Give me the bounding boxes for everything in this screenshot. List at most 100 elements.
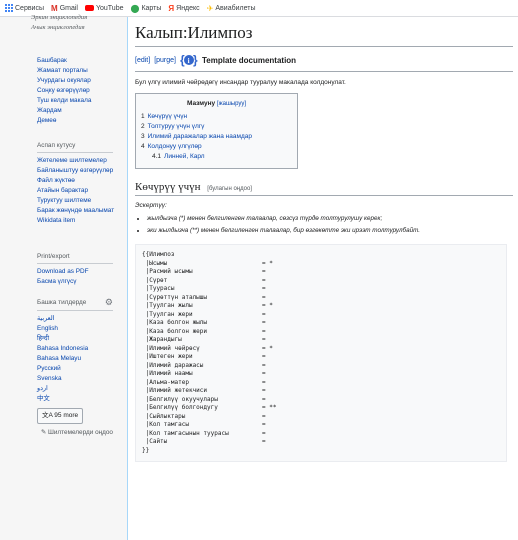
code-param-value: = [262, 285, 266, 292]
list-item: жылдызча (*) менен белгиленген талаалар,… [147, 215, 518, 222]
sidebar-item-donate[interactable]: Демеө [37, 117, 117, 125]
code-param-name: |Сүрөттүн аталышы [142, 293, 208, 301]
sidebar-tools: Аспап кутусу Жетелеме шилтемелер Байланы… [37, 142, 117, 227]
toc-item[interactable]: 4 Колдонуу үлгүлөр [141, 143, 292, 150]
sidebar-item-recent-changes[interactable]: Соңку өзгөрүүлөр [37, 87, 117, 95]
sidebar-item-main-page[interactable]: Башбарак [37, 57, 117, 65]
bookmark-youtube[interactable]: YouTube [84, 4, 124, 12]
toc-link[interactable]: Көчүрүү үчүн [148, 113, 187, 120]
code-param-name: |Сүрөт [142, 276, 168, 284]
bookmark-label: YouTube [95, 4, 124, 12]
lang-link[interactable]: Bahasa Melayu [37, 355, 117, 363]
toc-item[interactable]: 4.1 Линней, Карл [141, 153, 292, 160]
code-param-value: = [262, 412, 266, 420]
sidebar-item-permanent-link[interactable]: Туруктуу шилтеме [37, 197, 117, 205]
sidebar-tools-heading: Аспап кутусу [37, 142, 113, 153]
code-param-value: = [262, 361, 266, 369]
code-line: |Илимий жетекчиси = [142, 387, 506, 396]
toc-num: 3 [141, 133, 145, 140]
code-param-value: = [262, 310, 266, 318]
code-param-name: |Илимий наамы [142, 370, 193, 377]
bookmark-maps[interactable]: ⬤ Карты [130, 4, 161, 13]
section-heading: Көчүрүү үчүн [булагын оңдоо] [135, 181, 513, 196]
toc-item[interactable]: 1 Көчүрүү үчүн [141, 113, 292, 120]
svg-text:i: i [188, 57, 190, 65]
toc-hide-toggle[interactable]: [жашыруу] [217, 101, 246, 107]
code-param-name: |Туурасы [142, 285, 175, 292]
bookmark-avia[interactable]: ✈ Авиабилеты [207, 4, 256, 13]
table-of-contents: Мазмуну [жашыруу] 1 Көчүрүү үчүн 2 Толтуру… [135, 93, 298, 169]
code-param-name: |Ысымы [142, 259, 168, 267]
sidebar-item-download-pdf[interactable]: Download as PDF [37, 268, 117, 276]
sidebar-item-page-info[interactable]: Барак жөнүндө маалымат [37, 207, 117, 215]
lang-link[interactable]: 中文 [37, 395, 117, 403]
lang-link[interactable]: Svenska [37, 375, 117, 383]
sidebar-item-upload-file[interactable]: Файл жүктөө [37, 177, 117, 185]
logo-tagline[interactable]: Ачык энциклопедия [31, 24, 121, 32]
code-line: }} [142, 446, 150, 454]
bookmark-label: Gmail [59, 4, 78, 12]
sidebar-item-special-pages[interactable]: Атайын барактар [37, 187, 117, 195]
template-doc-bar: [edit] [purge] { i } Template documentat… [135, 53, 518, 67]
lang-link[interactable]: English [37, 325, 117, 333]
lang-link[interactable]: العربية [37, 315, 117, 323]
toc-link[interactable]: Илимий даражалар жана наамдар [148, 133, 252, 140]
bookmark-services[interactable]: Сервисы [5, 4, 44, 12]
lang-link[interactable]: हिन्दी [37, 335, 117, 343]
toc-link[interactable]: Линней, Карл [164, 153, 205, 160]
doc-purge-link[interactable]: [purge] [154, 57, 176, 64]
sidebar-item-related-changes[interactable]: Байланыштуу өзгөрүүлөр [37, 167, 117, 175]
doc-edit-link[interactable]: [edit] [135, 57, 150, 64]
logo-tagline-clipped: Эркин энциклопедия [31, 14, 88, 21]
code-param-name: |Сыйлыктары [142, 412, 186, 420]
code-line: |Илимий чөйрөсү = * [142, 345, 506, 354]
more-languages-button[interactable]: 文A 95 more [37, 408, 84, 425]
sidebar-item-wikidata[interactable]: Wikidata item [37, 217, 117, 225]
code-param-value: = [262, 327, 266, 335]
sidebar-item-community-portal[interactable]: Жамаат порталы [37, 67, 117, 75]
sidebar-item-help[interactable]: Жардам [37, 107, 117, 115]
code-line: |Туулган жылы = * [142, 302, 506, 311]
edit-interlanguage-links[interactable]: ✎ Шилтемелерди оңдоо [37, 429, 113, 437]
lang-link[interactable]: Bahasa Indonesia [37, 345, 117, 353]
lang-link[interactable]: اردو [37, 385, 117, 393]
gear-icon[interactable]: ⚙ [105, 297, 113, 308]
toc-link[interactable]: Колдонуу үлгүлөр [148, 143, 202, 150]
bookmark-yandex[interactable]: Я Яндекс [168, 4, 199, 13]
sidebar-print: Print/export Download as PDF Басма үлгүс… [37, 253, 117, 288]
code-line: |Альма-матер = [142, 379, 506, 388]
code-param-value: = * [262, 259, 273, 267]
sidebar-item-what-links-here[interactable]: Жетелеме шилтемелер [37, 157, 117, 165]
code-param-name: |Иштеген жери [142, 353, 193, 360]
code-param-value: = ** [262, 404, 277, 411]
section-edit-link[interactable]: [булагын оңдоо] [207, 186, 252, 192]
sidebar-item-printable[interactable]: Басма үлгүсү [37, 278, 117, 286]
code-param-name: |Сайты [142, 438, 168, 445]
lang-link[interactable]: Русский [37, 365, 117, 373]
code-param-name: |Илимий чөйрөсү [142, 344, 200, 352]
toc-num: 2 [141, 123, 145, 130]
languages-heading-label: Башка тилдерде [37, 298, 87, 306]
code-param-value: = [262, 387, 266, 394]
template-code-block[interactable]: {{Илимпоз |Ысымы = * |Расмий ысымы = |Сүрө… [135, 244, 507, 462]
toc-item[interactable]: 3 Илимий даражалар жана наамдар [141, 133, 292, 140]
code-param-value: = * [262, 302, 273, 309]
toc-item[interactable]: 2 Толтуруу үчүн үлгү [141, 123, 292, 130]
bookmark-label: Сервисы [15, 4, 45, 12]
bookmark-gmail[interactable]: M Gmail [51, 4, 78, 13]
notes-list: жылдызча (*) менен белгиленген талаалар,… [135, 215, 518, 234]
code-line: |Кол тамгасынын туурасы = [142, 430, 506, 439]
code-line: |Сыйлыктары = [142, 413, 506, 422]
sidebar-item-random-article[interactable]: Туш келди макала [37, 97, 117, 105]
code-line: |Сүрөт = [142, 277, 506, 286]
code-line: |Жарандыгы = [142, 336, 506, 345]
list-item: эки жылдызча (**) менен белгиленген тала… [147, 227, 518, 234]
pencil-icon: ✎ [40, 429, 47, 437]
toc-title: Мазмуну [жашыруу] [141, 100, 292, 107]
code-param-value: = [262, 395, 266, 403]
code-line: |Каза болгон жери = [142, 328, 506, 337]
toc-link[interactable]: Толтуруу үчүн үлгү [148, 123, 205, 130]
sidebar-item-current-events[interactable]: Учурдагы окуялар [37, 77, 117, 85]
code-param-name: |Белгилүү окуучулары [142, 395, 218, 403]
main-content: Калып:Илимпоз [edit] [purge] { i } Templ… [127, 17, 518, 540]
